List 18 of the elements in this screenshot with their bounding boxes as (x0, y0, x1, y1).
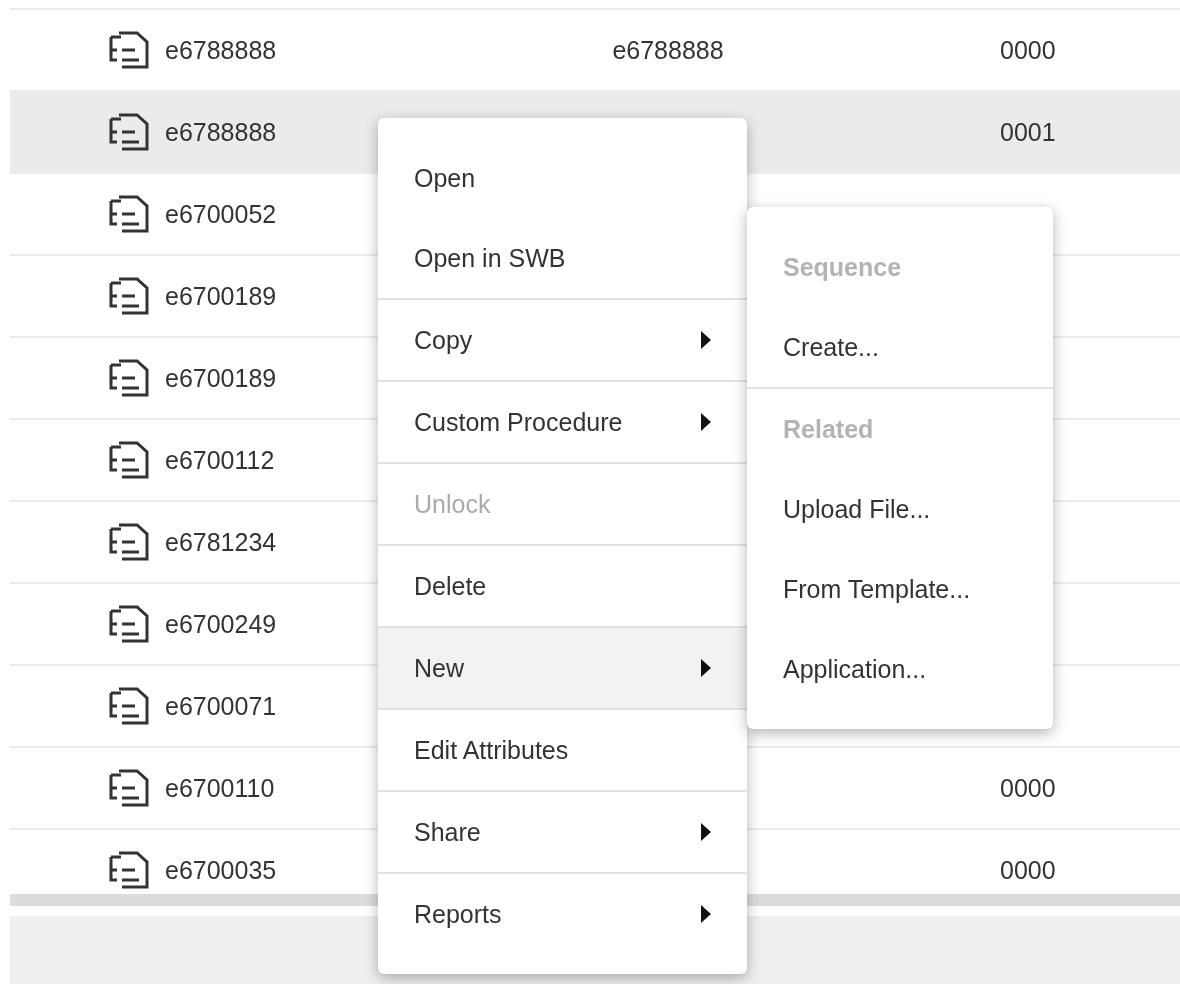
table-cell-text: e6700249 (165, 609, 278, 639)
table-cell-text: e6781234 (165, 527, 278, 557)
table-cell-text: 0001 (999, 117, 1057, 147)
table-cell-text: e6700189 (165, 281, 278, 311)
menu-section-header: Sequence (782, 251, 903, 283)
menu-section-header: Related (782, 413, 875, 445)
table-cell-text: e6700112 (165, 445, 276, 475)
table-cell-text: e6700071 (165, 691, 278, 721)
table-cell-text: e6788888 (165, 35, 278, 65)
table-cell-text: e6700035 (165, 855, 278, 885)
table-cell-text: e6788888 (611, 35, 725, 65)
table-cell-text: e6700110 (165, 773, 276, 803)
table-cell-text: 0000 (999, 35, 1057, 65)
table-cell-text: 0000 (999, 855, 1057, 885)
table-cell-text: e6788888 (165, 117, 278, 147)
table-cell-text: e6700189 (165, 363, 278, 393)
table-cell-text: 0000 (999, 773, 1057, 803)
table-cell-text: e6700052 (165, 199, 278, 229)
